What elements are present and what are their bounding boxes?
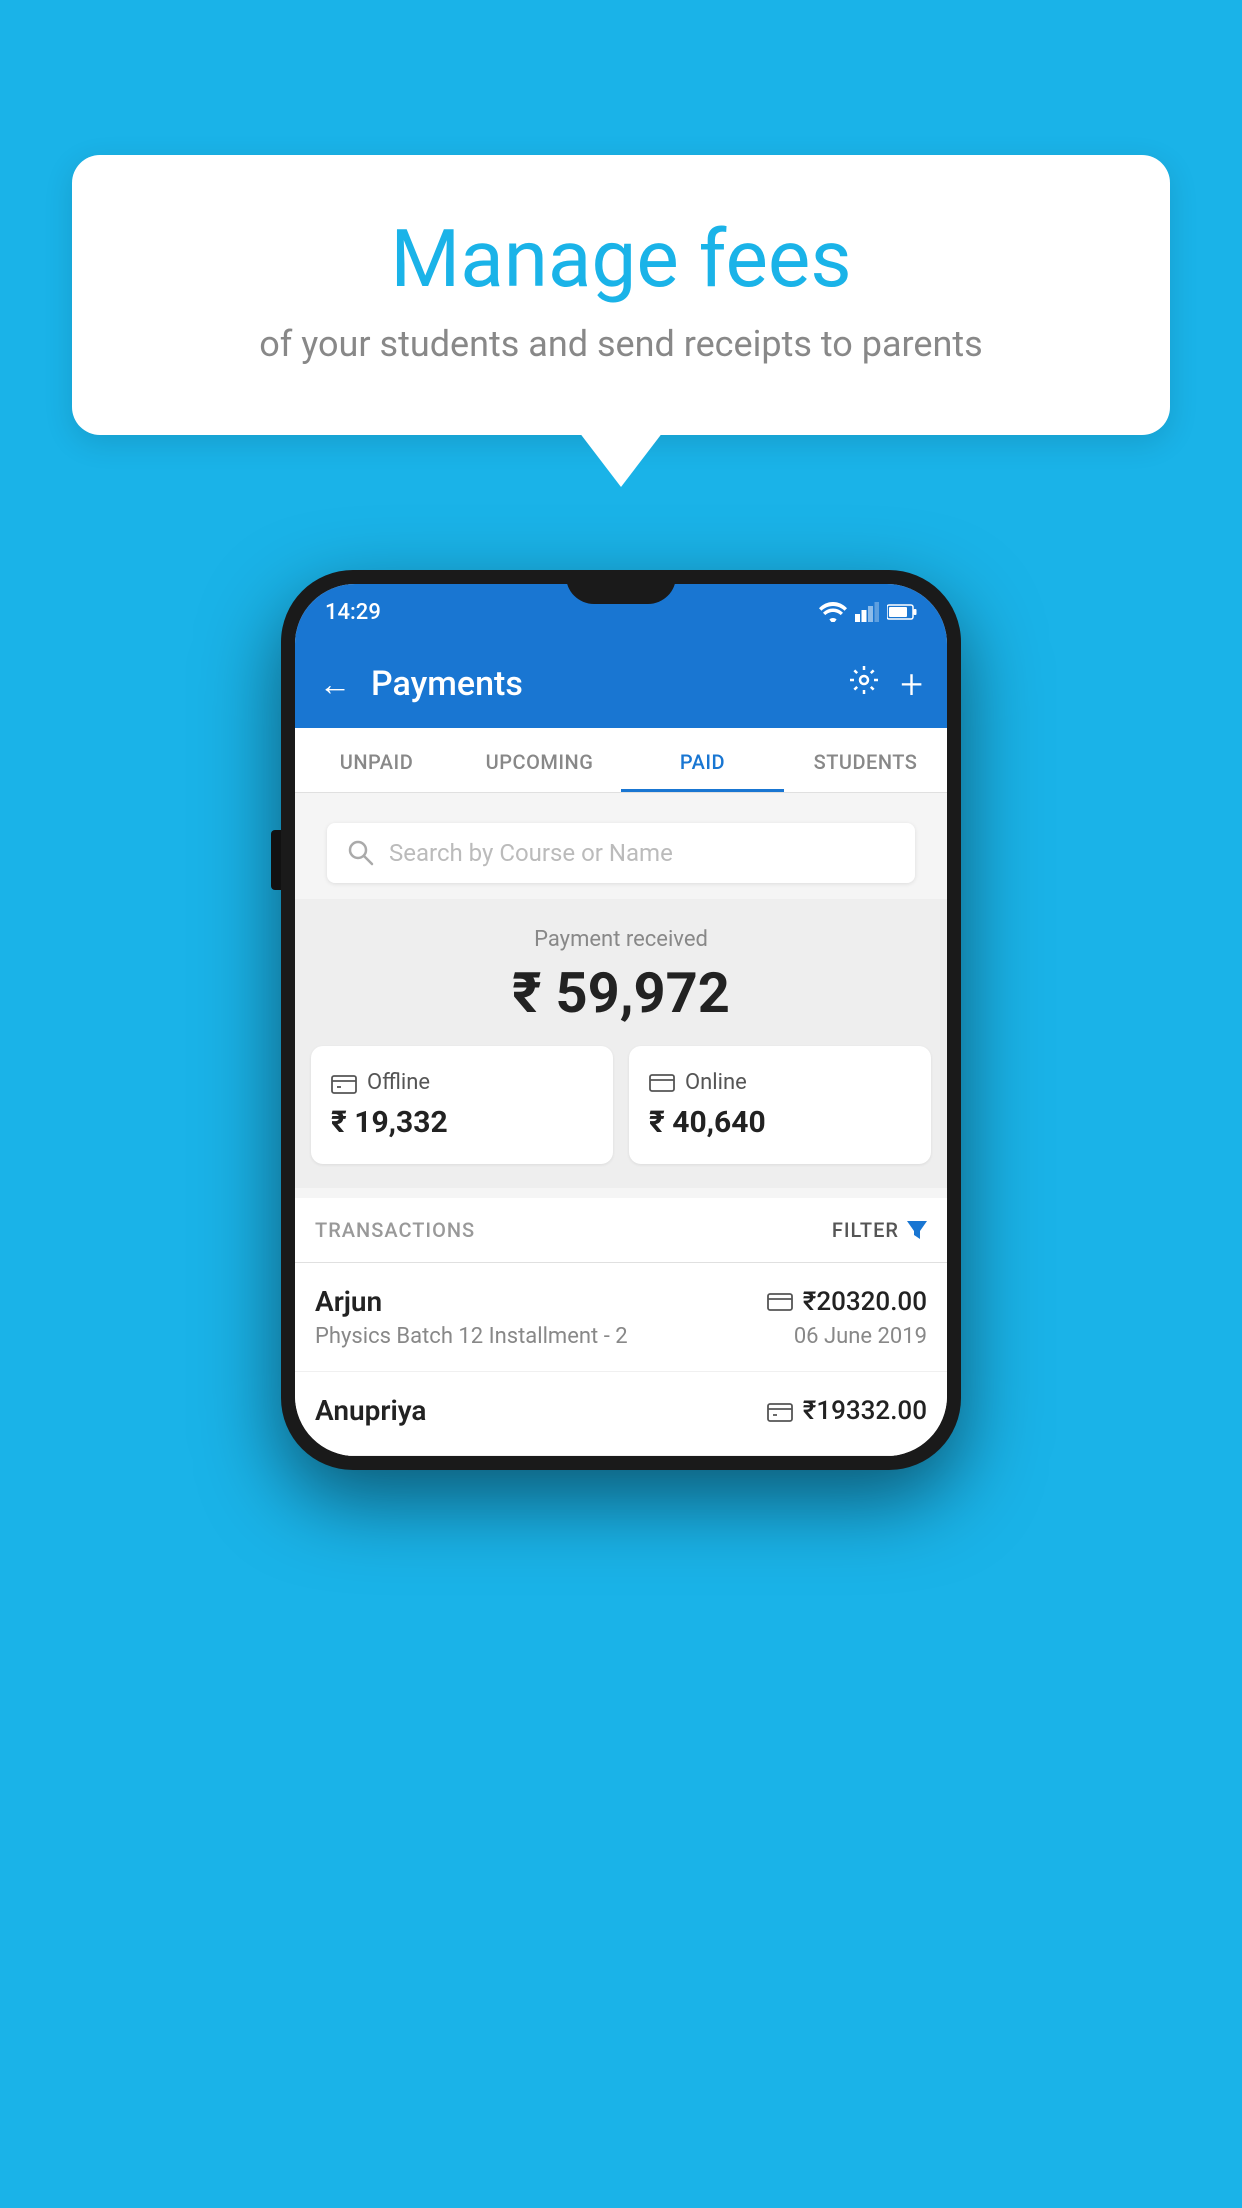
transaction-name: Arjun xyxy=(315,1285,382,1318)
back-button[interactable]: ← xyxy=(319,665,351,703)
battery-icon xyxy=(887,603,917,621)
app-bar-title: Payments xyxy=(371,664,828,704)
transaction-row[interactable]: Arjun ₹20320.00 Physics Batch 12 Install… xyxy=(295,1263,947,1372)
phone-device: 14:29 xyxy=(281,570,961,1470)
transactions-header: TRANSACTIONS FILTER xyxy=(295,1198,947,1263)
transactions-label: TRANSACTIONS xyxy=(315,1218,475,1242)
offline-payment-icon xyxy=(331,1072,357,1094)
offline-amount: ₹ 19,332 xyxy=(331,1105,593,1140)
tab-paid[interactable]: PAID xyxy=(621,728,784,792)
filter-icon xyxy=(907,1221,927,1239)
payment-total-amount: ₹ 59,972 xyxy=(311,960,931,1026)
transaction-row[interactable]: Anupriya ₹19332.00 xyxy=(295,1372,947,1456)
app-bar: ← Payments + xyxy=(295,640,947,728)
bubble-title: Manage fees xyxy=(142,215,1100,303)
wifi-icon xyxy=(819,602,847,622)
offline-label: Offline xyxy=(367,1070,430,1095)
tabs-bar: UNPAID UPCOMING PAID STUDENTS xyxy=(295,728,947,793)
status-time: 14:29 xyxy=(325,600,381,625)
transaction-date: 06 June 2019 xyxy=(794,1324,927,1349)
tab-unpaid[interactable]: UNPAID xyxy=(295,728,458,792)
tab-students[interactable]: STUDENTS xyxy=(784,728,947,792)
online-label: Online xyxy=(685,1070,747,1095)
transaction-amount-wrapper: ₹20320.00 xyxy=(767,1287,927,1317)
transaction-name-2: Anupriya xyxy=(315,1394,426,1427)
add-button[interactable]: + xyxy=(900,661,923,708)
offline-payment-small-icon xyxy=(767,1400,793,1422)
search-placeholder: Search by Course or Name xyxy=(389,839,673,867)
payment-received-section: Payment received ₹ 59,972 Offl xyxy=(295,899,947,1188)
online-amount: ₹ 40,640 xyxy=(649,1105,911,1140)
online-payment-card: Online ₹ 40,640 xyxy=(629,1046,931,1164)
online-payment-small-icon xyxy=(767,1292,793,1312)
filter-label: FILTER xyxy=(832,1218,899,1242)
tab-upcoming[interactable]: UPCOMING xyxy=(458,728,621,792)
online-payment-icon xyxy=(649,1073,675,1093)
transaction-course: Physics Batch 12 Installment - 2 xyxy=(315,1324,628,1349)
bubble-subtitle: of your students and send receipts to pa… xyxy=(142,323,1100,365)
phone-screen: 14:29 xyxy=(295,584,947,1456)
payment-cards: Offline ₹ 19,332 Online xyxy=(311,1046,931,1164)
transaction-amount: ₹20320.00 xyxy=(803,1287,927,1317)
phone-notch xyxy=(566,570,676,604)
search-bar[interactable]: Search by Course or Name xyxy=(327,823,915,883)
status-icons xyxy=(819,602,917,622)
transaction-amount-2: ₹19332.00 xyxy=(803,1396,927,1426)
signal-icon xyxy=(855,602,879,622)
settings-button[interactable] xyxy=(848,664,880,704)
offline-payment-card: Offline ₹ 19,332 xyxy=(311,1046,613,1164)
payment-received-label: Payment received xyxy=(311,927,931,952)
app-background: Manage fees of your students and send re… xyxy=(0,0,1242,2208)
transaction-amount-wrapper-2: ₹19332.00 xyxy=(767,1396,927,1426)
search-icon xyxy=(347,839,375,867)
speech-bubble: Manage fees of your students and send re… xyxy=(72,155,1170,435)
filter-button[interactable]: FILTER xyxy=(832,1218,927,1242)
app-bar-actions: + xyxy=(848,661,923,708)
